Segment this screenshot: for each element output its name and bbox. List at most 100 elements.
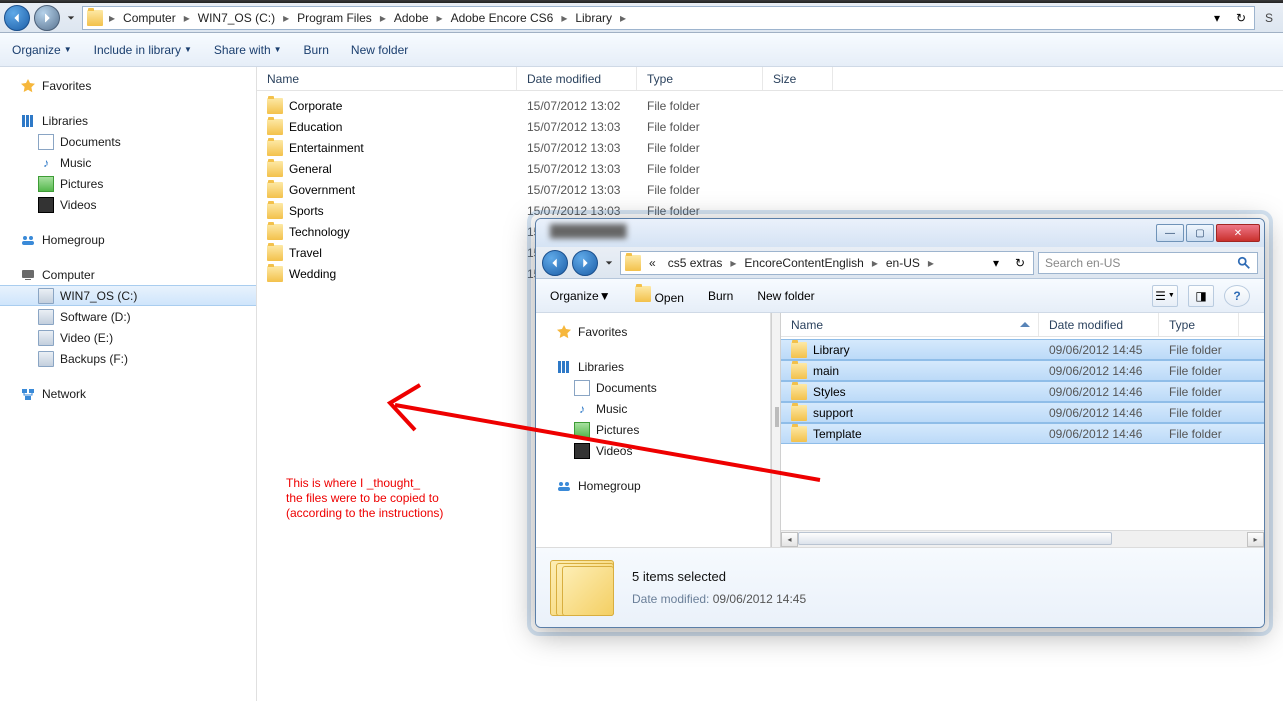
- nav-favorites[interactable]: Favorites: [536, 321, 770, 342]
- file-row[interactable]: main09/06/2012 14:46File folder: [781, 360, 1264, 381]
- file-type: File folder: [1159, 364, 1239, 378]
- file-row[interactable]: General15/07/2012 13:03File folder: [257, 158, 1283, 179]
- nav-favorites[interactable]: Favorites: [0, 75, 256, 96]
- column-size[interactable]: Size: [763, 67, 833, 90]
- breadcrumb-seg[interactable]: cs5 extras: [662, 252, 729, 274]
- breadcrumb-dropdown[interactable]: ▾: [1206, 8, 1228, 28]
- refresh-button[interactable]: ↻: [1230, 8, 1252, 28]
- back-button[interactable]: [542, 250, 568, 276]
- refresh-button[interactable]: ↻: [1009, 253, 1031, 273]
- file-name: support: [813, 406, 853, 420]
- forward-button[interactable]: [34, 5, 60, 31]
- scroll-thumb[interactable]: [798, 532, 1112, 545]
- breadcrumb-seg[interactable]: Adobe Encore CS6: [445, 7, 560, 29]
- file-name: General: [289, 162, 332, 176]
- computer-icon: [20, 267, 36, 283]
- open-button[interactable]: Open: [635, 286, 684, 305]
- column-type[interactable]: Type: [1159, 313, 1239, 336]
- file-row[interactable]: Library09/06/2012 14:45File folder: [781, 339, 1264, 360]
- new-folder-button[interactable]: New folder: [757, 289, 814, 303]
- breadcrumb-seg[interactable]: en-US: [880, 252, 926, 274]
- breadcrumb[interactable]: « cs5 extras▸ EncoreContentEnglish▸ en-U…: [620, 251, 1034, 275]
- column-name[interactable]: Name: [781, 313, 1039, 336]
- file-row[interactable]: Entertainment15/07/2012 13:03File folder: [257, 137, 1283, 158]
- scroll-track[interactable]: [798, 532, 1247, 547]
- scroll-right-button[interactable]: ▸: [1247, 532, 1264, 547]
- navigation-pane[interactable]: Favorites Libraries Documents ♪Music Pic…: [536, 313, 771, 547]
- column-type[interactable]: Type: [637, 67, 763, 90]
- breadcrumb-seg[interactable]: Adobe: [388, 7, 435, 29]
- column-date-modified[interactable]: Date modified: [1039, 313, 1159, 336]
- history-dropdown[interactable]: [602, 250, 616, 276]
- file-row[interactable]: support09/06/2012 14:46File folder: [781, 402, 1264, 423]
- breadcrumb-seg[interactable]: WIN7_OS (C:): [192, 7, 281, 29]
- nav-homegroup[interactable]: Homegroup: [0, 229, 256, 250]
- search-icon: [1237, 256, 1251, 270]
- file-row[interactable]: Template09/06/2012 14:46File folder: [781, 423, 1264, 444]
- title-bar[interactable]: █████████ — ▢ ✕: [536, 219, 1264, 247]
- breadcrumb-dropdown[interactable]: ▾: [985, 253, 1007, 273]
- view-options-button[interactable]: ☰▼: [1152, 285, 1178, 307]
- file-row[interactable]: Corporate15/07/2012 13:02File folder: [257, 95, 1283, 116]
- nav-music[interactable]: ♪Music: [536, 398, 770, 419]
- navigation-pane[interactable]: Favorites Libraries Documents ♪Music Pic…: [0, 67, 257, 701]
- file-date: 15/07/2012 13:03: [517, 162, 637, 176]
- organize-button[interactable]: Organize▼: [550, 289, 611, 303]
- nav-music[interactable]: ♪Music: [0, 152, 256, 173]
- file-list[interactable]: Library09/06/2012 14:45File foldermain09…: [781, 337, 1264, 530]
- nav-drive-d[interactable]: Software (D:): [0, 306, 256, 327]
- horizontal-scrollbar[interactable]: ◂ ▸: [781, 530, 1264, 547]
- chevron-icon[interactable]: ▸: [107, 11, 117, 25]
- folder-icon: [267, 266, 283, 282]
- nav-videos[interactable]: Videos: [536, 440, 770, 461]
- breadcrumb-seg[interactable]: Library: [569, 7, 618, 29]
- maximize-button[interactable]: ▢: [1186, 224, 1214, 242]
- burn-button[interactable]: Burn: [708, 289, 733, 303]
- history-dropdown[interactable]: [64, 5, 78, 31]
- search-edge: S: [1259, 11, 1279, 25]
- organize-button[interactable]: Organize▼: [12, 43, 72, 57]
- nav-videos[interactable]: Videos: [0, 194, 256, 215]
- file-name: Wedding: [289, 267, 336, 281]
- help-button[interactable]: ?: [1224, 285, 1250, 307]
- breadcrumb-overflow[interactable]: «: [643, 252, 662, 274]
- nav-computer[interactable]: Computer: [0, 264, 256, 285]
- preview-pane-button[interactable]: ◨: [1188, 285, 1214, 307]
- nav-pictures[interactable]: Pictures: [536, 419, 770, 440]
- forward-button[interactable]: [572, 250, 598, 276]
- file-name: Library: [813, 343, 850, 357]
- nav-drive-c[interactable]: WIN7_OS (C:): [0, 285, 256, 306]
- explorer-window-foreground[interactable]: █████████ — ▢ ✕ « cs5 extras▸ EncoreCont…: [535, 218, 1265, 628]
- breadcrumb-seg[interactable]: Computer: [117, 7, 182, 29]
- nav-documents[interactable]: Documents: [536, 377, 770, 398]
- nav-drive-e[interactable]: Video (E:): [0, 327, 256, 348]
- nav-libraries[interactable]: Libraries: [0, 110, 256, 131]
- file-row[interactable]: Styles09/06/2012 14:46File folder: [781, 381, 1264, 402]
- scroll-left-button[interactable]: ◂: [781, 532, 798, 547]
- folder-stack-icon: [550, 560, 614, 616]
- column-name[interactable]: Name: [257, 67, 517, 90]
- nav-drive-f[interactable]: Backups (F:): [0, 348, 256, 369]
- search-box[interactable]: Search en-US: [1038, 252, 1258, 274]
- file-row[interactable]: Government15/07/2012 13:03File folder: [257, 179, 1283, 200]
- share-with-button[interactable]: Share with▼: [214, 43, 282, 57]
- breadcrumb-seg[interactable]: EncoreContentEnglish: [738, 252, 869, 274]
- nav-documents[interactable]: Documents: [0, 131, 256, 152]
- nav-libraries[interactable]: Libraries: [536, 356, 770, 377]
- breadcrumb-seg[interactable]: Program Files: [291, 7, 378, 29]
- new-folder-button[interactable]: New folder: [351, 43, 408, 57]
- nav-homegroup[interactable]: Homegroup: [536, 475, 770, 496]
- back-button[interactable]: [4, 5, 30, 31]
- file-row[interactable]: Education15/07/2012 13:03File folder: [257, 116, 1283, 137]
- nav-pictures[interactable]: Pictures: [0, 173, 256, 194]
- burn-button[interactable]: Burn: [304, 43, 329, 57]
- folder-icon: [267, 203, 283, 219]
- include-in-library-button[interactable]: Include in library▼: [94, 43, 192, 57]
- breadcrumb[interactable]: ▸ Computer▸ WIN7_OS (C:)▸ Program Files▸…: [82, 6, 1255, 30]
- column-date-modified[interactable]: Date modified: [517, 67, 637, 90]
- file-name: main: [813, 364, 839, 378]
- close-button[interactable]: ✕: [1216, 224, 1260, 242]
- pane-resizer[interactable]: [771, 313, 781, 547]
- minimize-button[interactable]: —: [1156, 224, 1184, 242]
- nav-network[interactable]: Network: [0, 383, 256, 404]
